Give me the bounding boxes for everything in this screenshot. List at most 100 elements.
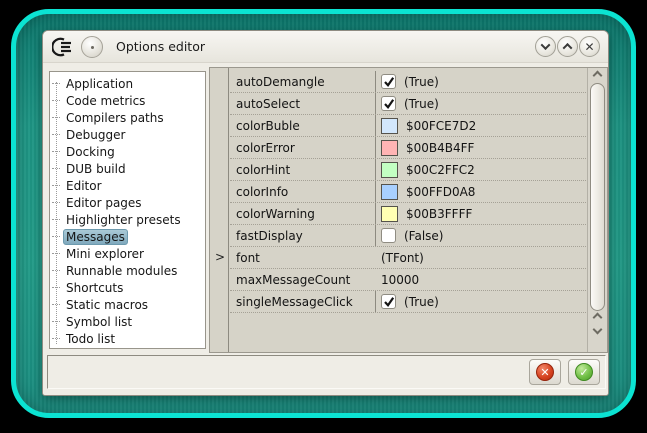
- property-value[interactable]: (TFont): [375, 247, 586, 268]
- color-swatch[interactable]: [381, 162, 398, 178]
- sidebar-item-mini-explorer[interactable]: Mini explorer: [50, 245, 205, 262]
- property-row-colorWarning[interactable]: colorWarning $00B3FFFF: [230, 203, 586, 225]
- tree-connector: [52, 83, 60, 84]
- scroll-up-icon[interactable]: [593, 71, 603, 81]
- property-value[interactable]: 10000: [375, 269, 586, 290]
- sidebar-item-docking[interactable]: Docking: [50, 143, 205, 160]
- window-shade-down-button[interactable]: [535, 36, 556, 57]
- property-value[interactable]: $00FCE7D2: [375, 115, 586, 136]
- titlebar[interactable]: Options editor ✕: [43, 31, 608, 63]
- sidebar-item-runnable-modules[interactable]: Runnable modules: [50, 262, 205, 279]
- property-grid[interactable]: autoDemangle (True) autoSelect (True) co…: [209, 67, 608, 353]
- tree-connector: [52, 168, 60, 169]
- sidebar-item-symbol-list[interactable]: Symbol list: [50, 313, 205, 330]
- tree-item-label: Code metrics: [63, 94, 148, 108]
- value-text: $00B4B4FF: [406, 141, 474, 155]
- tree-item-label: Compilers paths: [63, 111, 167, 125]
- vertical-scrollbar[interactable]: [587, 68, 607, 352]
- sidebar-list: Application Code metrics Compilers paths…: [50, 72, 205, 347]
- sidebar-item-editor[interactable]: Editor: [50, 177, 205, 194]
- cancel-circle-x-icon: ✕: [536, 363, 554, 381]
- property-name: autoSelect: [230, 93, 375, 114]
- expand-marker[interactable]: >: [214, 250, 226, 264]
- property-name: colorInfo: [230, 181, 375, 202]
- tree-connector: [52, 134, 60, 135]
- property-value[interactable]: $00B3FFFF: [375, 203, 586, 224]
- sidebar-item-static-macros[interactable]: Static macros: [50, 296, 205, 313]
- property-name: colorError: [230, 137, 375, 158]
- tree-connector: [52, 304, 60, 305]
- scrollbar-thumb[interactable]: [590, 83, 605, 311]
- sidebar-item-editor-pages[interactable]: Editor pages: [50, 194, 205, 211]
- property-value[interactable]: $00C2FFC2: [375, 159, 586, 180]
- property-row-autoDemangle[interactable]: autoDemangle (True): [230, 71, 586, 93]
- property-row-fastDisplay[interactable]: fastDisplay (False): [230, 225, 586, 247]
- property-row-singleMessageClick[interactable]: singleMessageClick (True): [230, 291, 586, 313]
- tree-item-label: Highlighter presets: [63, 213, 184, 227]
- tree-item-label: Symbol list: [63, 315, 135, 329]
- property-name: colorBuble: [230, 115, 375, 136]
- options-editor-window: Options editor ✕ Application Code metric…: [42, 30, 609, 396]
- property-row-colorInfo[interactable]: colorInfo $00FFD0A8: [230, 181, 586, 203]
- checkbox[interactable]: [381, 228, 396, 243]
- tree-connector: [52, 253, 60, 254]
- scroll-down-icon[interactable]: [593, 325, 603, 335]
- property-row-colorHint[interactable]: colorHint $00C2FFC2: [230, 159, 586, 181]
- value-text: 10000: [381, 273, 419, 287]
- cancel-button[interactable]: ✕: [529, 359, 561, 385]
- color-swatch[interactable]: [381, 140, 398, 156]
- value-text: (True): [404, 97, 439, 111]
- checkbox[interactable]: [381, 96, 396, 111]
- property-value[interactable]: (True): [375, 93, 586, 114]
- tree-connector: [52, 270, 60, 271]
- scroll-up-icon[interactable]: [593, 313, 603, 323]
- window-menu-button[interactable]: [81, 36, 103, 58]
- property-name: autoDemangle: [230, 71, 375, 92]
- sidebar-item-application[interactable]: Application: [50, 75, 205, 92]
- property-value[interactable]: (False): [375, 225, 586, 246]
- tree-connector: [52, 321, 60, 322]
- window-shade-up-button[interactable]: [557, 36, 578, 57]
- sidebar-item-debugger[interactable]: Debugger: [50, 126, 205, 143]
- tree-item-label: Editor pages: [63, 196, 145, 210]
- tree-item-label: Todo list: [63, 332, 118, 346]
- sidebar-item-dub-build[interactable]: DUB build: [50, 160, 205, 177]
- tree-item-label: Runnable modules: [63, 264, 180, 278]
- check-icon: [383, 76, 395, 88]
- property-row-font[interactable]: > font (TFont): [230, 247, 586, 269]
- color-swatch[interactable]: [381, 118, 398, 134]
- checkbox[interactable]: [381, 74, 396, 89]
- checkbox[interactable]: [381, 294, 396, 309]
- tree-item-label: Shortcuts: [63, 281, 126, 295]
- window-close-button[interactable]: ✕: [579, 36, 600, 57]
- sidebar-item-todo-list[interactable]: Todo list: [50, 330, 205, 347]
- tree-connector: [52, 100, 60, 101]
- property-value[interactable]: (True): [375, 71, 586, 92]
- sidebar-item-highlighter-presets[interactable]: Highlighter presets: [50, 211, 205, 228]
- titlebar-buttons: ✕: [535, 36, 600, 57]
- color-swatch[interactable]: [381, 184, 398, 200]
- tree-item-label: Messages: [63, 229, 128, 245]
- chevron-up-icon: [563, 43, 573, 53]
- tree-connector: [52, 185, 60, 186]
- value-text: (TFont): [381, 251, 424, 265]
- sidebar-item-code-metrics[interactable]: Code metrics: [50, 92, 205, 109]
- color-swatch[interactable]: [381, 206, 398, 222]
- property-value[interactable]: (True): [375, 291, 586, 312]
- tree-item-label: DUB build: [63, 162, 129, 176]
- check-icon: [383, 296, 395, 308]
- property-row-colorError[interactable]: colorError $00B4B4FF: [230, 137, 586, 159]
- sidebar-item-shortcuts[interactable]: Shortcuts: [50, 279, 205, 296]
- property-value[interactable]: $00B4B4FF: [375, 137, 586, 158]
- property-row-colorBuble[interactable]: colorBuble $00FCE7D2: [230, 115, 586, 137]
- tree-item-label: Static macros: [63, 298, 151, 312]
- sidebar-item-messages[interactable]: Messages: [50, 228, 205, 245]
- category-listbox[interactable]: Application Code metrics Compilers paths…: [49, 71, 206, 349]
- accept-button[interactable]: ✓: [568, 359, 600, 385]
- property-row-autoSelect[interactable]: autoSelect (True): [230, 93, 586, 115]
- sidebar-item-compilers-paths[interactable]: Compilers paths: [50, 109, 205, 126]
- property-value[interactable]: $00FFD0A8: [375, 181, 586, 202]
- property-name: font: [230, 247, 375, 268]
- coedit-logo-icon: [52, 37, 74, 57]
- property-row-maxMessageCount[interactable]: maxMessageCount 10000: [230, 269, 586, 291]
